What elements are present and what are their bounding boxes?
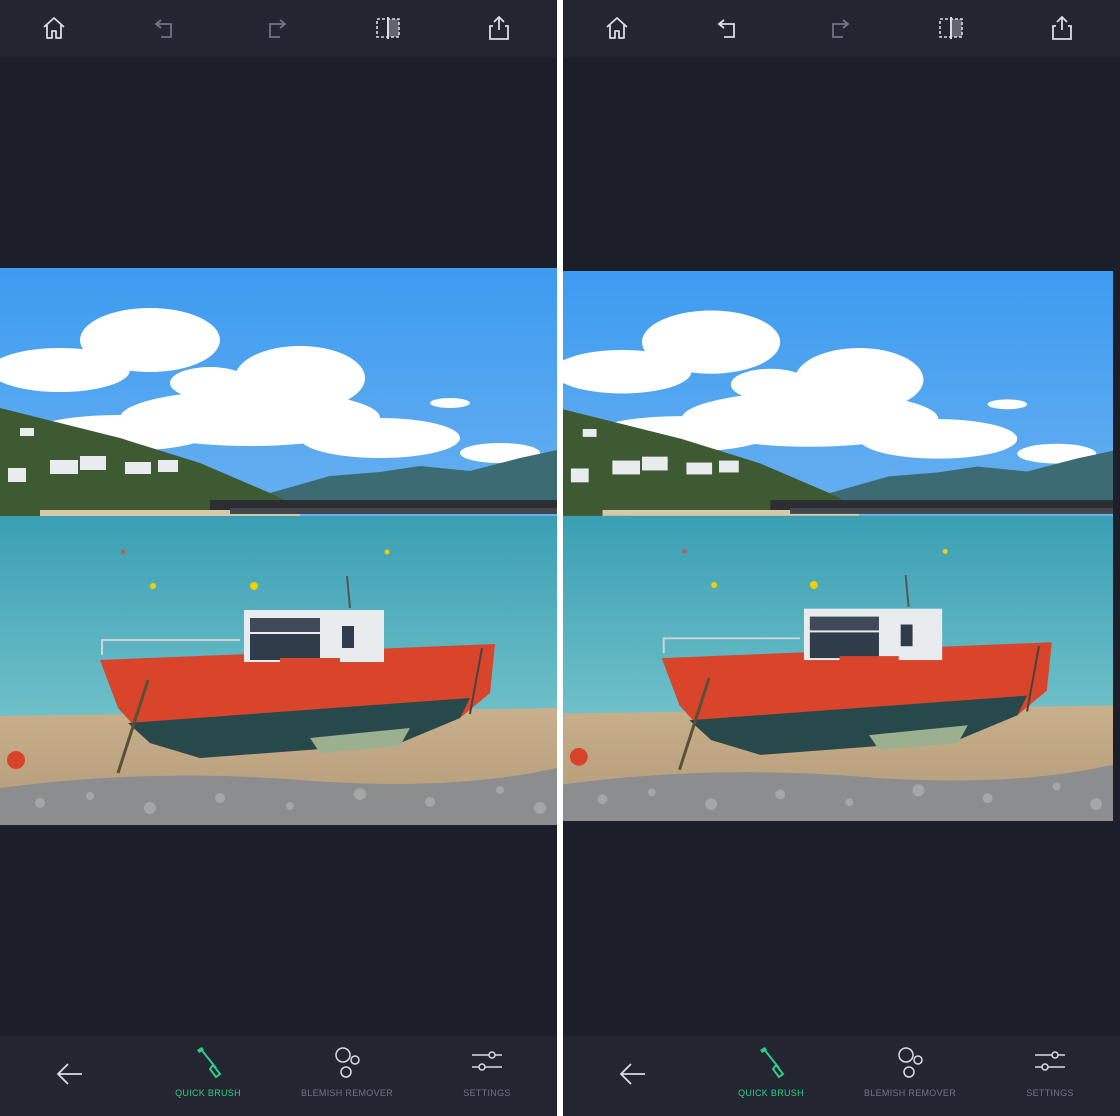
top-toolbar — [0, 0, 557, 57]
circles-icon — [335, 1047, 360, 1078]
brush-icon — [197, 1047, 222, 1079]
settings-tool[interactable]: SETTINGS — [427, 1044, 547, 1108]
boat-photo — [0, 268, 557, 825]
sliders-icon — [1035, 1051, 1065, 1071]
editor-panel-after: QUICK BRUSH BLEMISH REMOVER SETTINGS — [563, 0, 1120, 1116]
blemish-remover-label: BLEMISH REMOVER — [300, 1088, 394, 1098]
back-button[interactable] — [48, 1056, 88, 1092]
home-icon[interactable] — [603, 14, 631, 42]
blemish-remover-tool[interactable]: BLEMISH REMOVER — [287, 1044, 407, 1108]
blemish-remover-tool[interactable]: BLEMISH REMOVER — [850, 1044, 970, 1108]
undo-icon[interactable] — [714, 14, 742, 42]
compare-icon[interactable] — [937, 14, 965, 42]
settings-label: SETTINGS — [463, 1088, 511, 1098]
arrow-left-icon — [56, 1063, 82, 1085]
circles-icon — [898, 1047, 923, 1078]
quick-brush-label: QUICK BRUSH — [175, 1088, 241, 1098]
settings-label: SETTINGS — [1026, 1088, 1074, 1098]
quick-brush-tool[interactable]: QUICK BRUSH — [148, 1044, 268, 1108]
blemish-remover-label: BLEMISH REMOVER — [863, 1088, 957, 1098]
share-icon[interactable] — [485, 14, 513, 42]
bottom-toolbar: QUICK BRUSH BLEMISH REMOVER SETTINGS — [0, 1036, 557, 1116]
share-icon[interactable] — [1048, 14, 1076, 42]
redo-icon[interactable] — [825, 14, 853, 42]
back-button[interactable] — [611, 1056, 651, 1092]
compare-icon[interactable] — [374, 14, 402, 42]
photo-canvas[interactable] — [0, 268, 557, 825]
bottom-toolbar: QUICK BRUSH BLEMISH REMOVER SETTINGS — [563, 1036, 1120, 1116]
brush-icon — [760, 1047, 785, 1079]
sliders-icon — [472, 1051, 502, 1071]
home-icon[interactable] — [40, 14, 68, 42]
editor-panel-before: QUICK BRUSH BLEMISH REMOVER SETTINGS — [0, 0, 557, 1116]
top-toolbar — [563, 0, 1120, 57]
quick-brush-label: QUICK BRUSH — [738, 1088, 804, 1098]
quick-brush-tool[interactable]: QUICK BRUSH — [711, 1044, 831, 1108]
boat-photo — [563, 271, 1113, 821]
settings-tool[interactable]: SETTINGS — [990, 1044, 1110, 1108]
redo-icon[interactable] — [262, 14, 290, 42]
arrow-left-icon — [619, 1063, 645, 1085]
undo-icon[interactable] — [151, 14, 179, 42]
photo-canvas[interactable] — [563, 271, 1113, 821]
